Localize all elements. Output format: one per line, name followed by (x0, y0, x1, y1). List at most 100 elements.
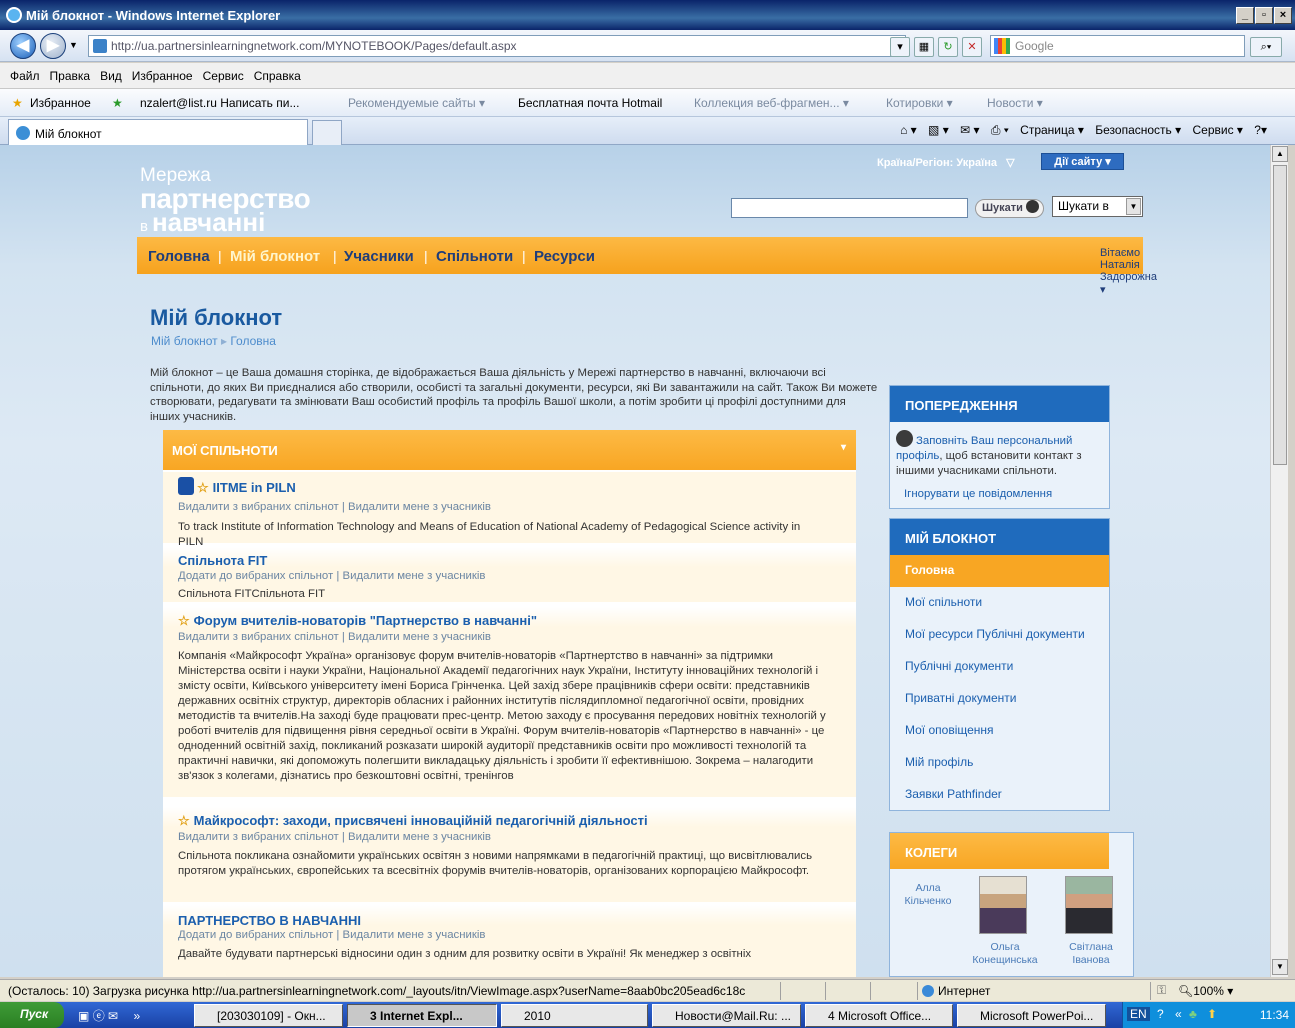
search-scope-select[interactable]: Шукати в ▼ (1052, 196, 1143, 217)
tab-my-notebook[interactable]: Мій блокнот (8, 119, 308, 145)
site-search-button[interactable]: Шукати (975, 199, 1044, 218)
menu-edit[interactable]: Правка (45, 63, 96, 83)
help-icon[interactable]: ?▾ (1254, 123, 1267, 137)
community-title[interactable]: ☆ IITME in PILN (178, 477, 296, 496)
community-title[interactable]: ☆ Майкрософт: заходи, присвячені інноваці… (178, 813, 648, 829)
search-input[interactable]: Google (990, 35, 1245, 57)
colleague-name[interactable]: Ольга Конещинська (970, 941, 1040, 967)
menu-view[interactable]: Вид (95, 63, 127, 83)
colleague-photo[interactable] (979, 876, 1027, 934)
notebook-item-home[interactable]: Головна (890, 555, 1109, 587)
nav-communities[interactable]: Спільноти (436, 248, 513, 265)
scroll-down-icon[interactable]: ▼ (1272, 959, 1288, 975)
breadcrumb-home[interactable]: Головна (230, 334, 276, 348)
vertical-scrollbar[interactable]: ▲ ▼ (1270, 145, 1288, 977)
community-title[interactable]: ПАРТНЕРСТВО В НАВЧАННІ (178, 913, 361, 928)
back-button[interactable]: ◀ (10, 33, 36, 59)
more-icon[interactable]: » (133, 1009, 140, 1023)
ie-quicklaunch-icon[interactable]: ⓔ (93, 1009, 105, 1023)
community-actions[interactable]: Видалити з вибраних спільнот | Видалити … (178, 631, 491, 643)
community-title[interactable]: ☆ Форум вчителів-новаторів "Партнерство в… (178, 613, 537, 629)
community-actions[interactable]: Додати до вибраних спільнот | Видалити м… (178, 929, 485, 941)
add-favorite-icon[interactable]: ★ (112, 96, 123, 110)
country-selector[interactable]: Країна/Регіон: Україна ▽ (877, 156, 1015, 169)
notebook-item-public-docs[interactable]: Публічні документи (890, 651, 1109, 683)
address-bar[interactable]: http://ua.partnersinlearningnetwork.com/… (88, 35, 906, 57)
colleague-name[interactable]: Алла Кільченко (898, 882, 958, 908)
notebook-item-resources[interactable]: Мої ресурси Публічні документи (890, 619, 1109, 651)
compatibility-icon[interactable]: ▦ (914, 37, 934, 57)
close-button[interactable]: × (1274, 7, 1292, 24)
zoom-control[interactable]: 🔍︎100% ▾ (1178, 984, 1233, 998)
maximize-button[interactable]: ▫ (1255, 7, 1273, 24)
print-icon[interactable]: ⎙ ▾ (991, 123, 1009, 137)
nav-home[interactable]: Головна (148, 248, 210, 265)
collapse-icon[interactable]: ▾ (841, 442, 846, 453)
fav-item-hotmail[interactable]: Бесплатная почта Hotmail (518, 96, 662, 110)
community-actions[interactable]: Додати до вибраних спільнот | Видалити м… (178, 570, 485, 582)
start-button[interactable]: Пуск (0, 1002, 64, 1028)
taskbar-item-powerpoint[interactable]: Microsoft PowerPoi... (957, 1004, 1106, 1027)
fav-item-news[interactable]: Новости ▾ (987, 96, 1043, 110)
taskbar-item-explorer[interactable]: [203030109] - Окн... (194, 1004, 343, 1027)
colleague-name[interactable]: Світлана Іванова (1058, 941, 1124, 967)
network-icon[interactable]: ♣ (1189, 1007, 1197, 1021)
cmd-page[interactable]: Страница ▾ (1020, 123, 1084, 137)
scroll-up-icon[interactable]: ▲ (1272, 146, 1288, 162)
home-icon[interactable]: ⌂ ▾ (900, 123, 917, 137)
help-tray-icon[interactable]: ? (1157, 1007, 1164, 1021)
site-actions-button[interactable]: Дії сайту ▾ (1041, 153, 1124, 170)
cmd-safety[interactable]: Безопасность ▾ (1095, 123, 1181, 137)
mail-quicklaunch-icon[interactable]: ✉ (108, 1009, 118, 1023)
community-actions[interactable]: Видалити з вибраних спільнот | Видалити … (178, 831, 491, 843)
stop-icon[interactable]: ✕ (962, 37, 982, 57)
community-title[interactable]: Спільнота FIT (178, 553, 267, 568)
colleague-photo[interactable] (1065, 876, 1113, 934)
menu-tools[interactable]: Сервис (198, 63, 249, 83)
star-icon[interactable]: ☆ (178, 613, 190, 628)
notebook-item-communities[interactable]: Мої спільноти (890, 587, 1109, 619)
scroll-thumb[interactable] (1273, 165, 1287, 465)
protected-mode-icon[interactable]: ⚿ (1157, 983, 1166, 998)
history-dropdown-icon[interactable]: ▼ (69, 40, 78, 50)
search-go-icon[interactable]: ⌕▾ (1250, 37, 1282, 57)
notebook-item-profile[interactable]: Мій профіль (890, 747, 1109, 779)
security-zone[interactable]: Интернет (922, 984, 990, 998)
notebook-item-private-docs[interactable]: Приватні документи (890, 683, 1109, 715)
notebook-item-alerts[interactable]: Мої оповіщення (890, 715, 1109, 747)
address-dropdown-icon[interactable]: ▾ (890, 37, 910, 57)
fav-item-mail[interactable]: nzalert@list.ru Написать пи... (140, 96, 299, 110)
user-greeting-menu[interactable]: Вітаємо Наталія Задорожна ▾ (1100, 247, 1157, 296)
taskbar-item-folder[interactable]: 2010 (501, 1004, 648, 1027)
refresh-icon[interactable]: ↻ (938, 37, 958, 57)
taskbar-item-office[interactable]: 4 Microsoft Office... (805, 1004, 953, 1027)
fav-item-suggested[interactable]: Рекомендуемые сайты ▾ (348, 96, 485, 110)
menu-favorites[interactable]: Избранное (127, 63, 198, 83)
update-icon[interactable]: ⬆ (1207, 1007, 1217, 1021)
chevron-left-icon[interactable]: « (1175, 1007, 1182, 1021)
taskbar-item-firefox[interactable]: Новости@Mail.Ru: ... (652, 1004, 801, 1027)
ignore-message-link[interactable]: Ігнорувати це повідомлення (904, 488, 1052, 500)
notebook-item-pathfinder[interactable]: Заявки Pathfinder (890, 779, 1109, 811)
menu-help[interactable]: Справка (249, 63, 306, 83)
favorites-button[interactable]: Избранное (30, 96, 91, 110)
star-icon[interactable]: ☆ (197, 480, 209, 495)
site-search-input[interactable] (731, 198, 968, 218)
forward-button[interactable]: ▶ (40, 33, 66, 59)
mail-icon[interactable]: ✉ ▾ (960, 123, 979, 137)
nav-members[interactable]: Учасники (344, 248, 414, 265)
menu-file[interactable]: Файл (5, 63, 45, 83)
taskbar-item-ie[interactable]: 3 Internet Expl... (347, 1004, 497, 1027)
feeds-icon[interactable]: ▧ ▾ (928, 123, 949, 137)
minimize-button[interactable]: _ (1236, 7, 1254, 24)
star-icon[interactable]: ☆ (178, 813, 190, 828)
fav-item-webslices[interactable]: Коллекция веб-фрагмен... ▾ (694, 96, 849, 110)
breadcrumb-notebook[interactable]: Мій блокнот (151, 334, 218, 348)
community-actions[interactable]: Видалити з вибраних спільнот | Видалити … (178, 501, 491, 513)
cmd-tools[interactable]: Сервис ▾ (1193, 123, 1243, 137)
window-title-bar[interactable]: Мій блокнот - Windows Internet Explorer … (0, 0, 1295, 30)
language-indicator[interactable]: EN (1127, 1007, 1150, 1021)
nav-my-notebook[interactable]: Мій блокнот (230, 248, 320, 265)
new-tab-button[interactable] (312, 120, 342, 145)
fav-item-quotes[interactable]: Котировки ▾ (886, 96, 953, 110)
